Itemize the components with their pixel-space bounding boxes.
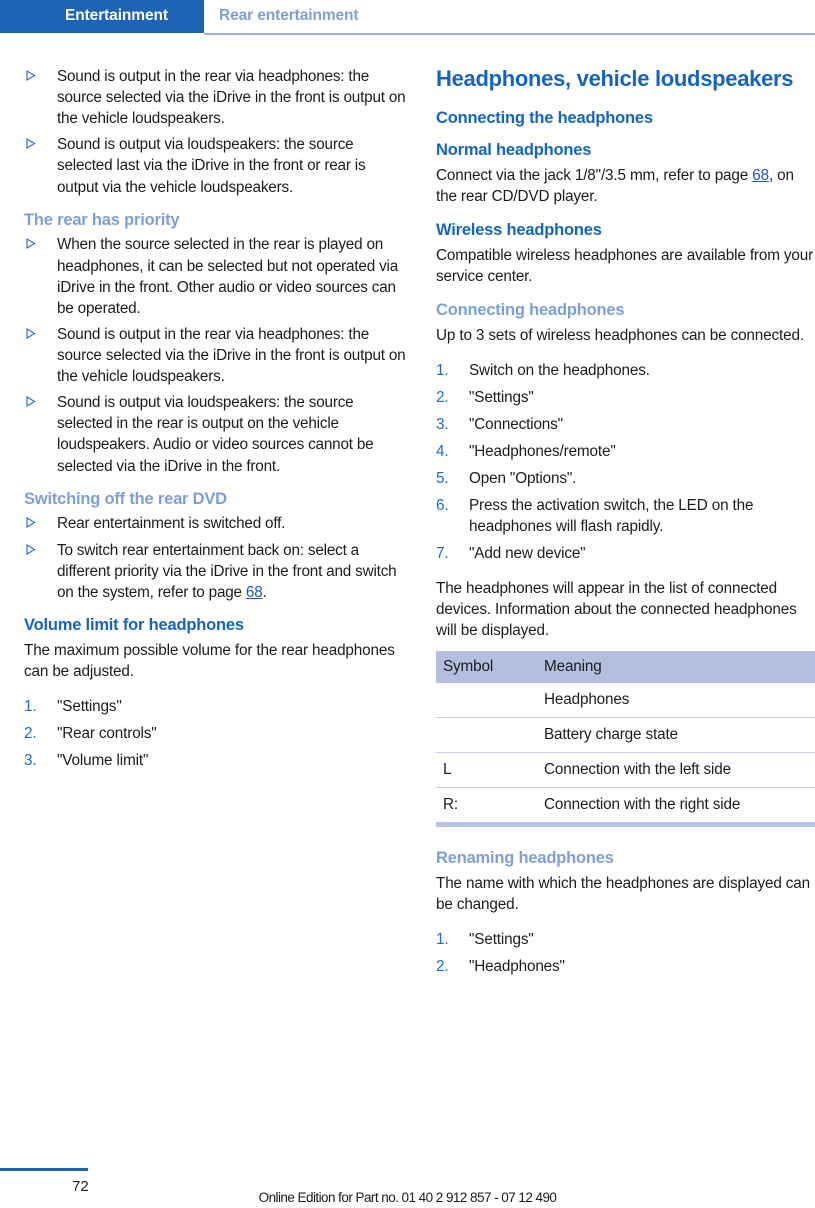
list-item-text: Sound is output via loudspeakers: the so… — [57, 136, 366, 196]
list-item: 3. "Connections" — [436, 414, 815, 435]
list-item: Sound is output in the rear via headphon… — [24, 66, 406, 129]
list-item: When the source selected in the rear is … — [24, 234, 406, 318]
list-item: 2. "Rear controls" — [24, 723, 406, 744]
step-number: 4. — [436, 443, 449, 461]
cell-symbol — [436, 716, 537, 753]
renaming-headphones-steps: 1. "Settings" 2. "Headphones" — [436, 929, 815, 977]
switching-off-bullet-list: Rear entertainment is switched off. To s… — [24, 513, 406, 602]
list-item: 4. "Headphones/remote" — [436, 441, 815, 462]
list-item-text: Sound is output via loudspeakers: the so… — [57, 394, 374, 475]
step-number: 1. — [436, 930, 449, 948]
step-text[interactable]: "Volume limit" — [57, 752, 148, 769]
connecting-headphones-steps: 1. Switch on the headphones. 2. "Setting… — [436, 360, 815, 565]
table-row: R: Connection with the right side — [436, 786, 815, 822]
connecting-headphones-outro: The headphones will appear in the list o… — [436, 579, 797, 639]
cell-meaning: Battery charge state — [537, 716, 815, 753]
page-title: Headphones, vehicle loudspeakers — [436, 66, 794, 91]
heading-connecting-headphones: Connecting headphones — [436, 300, 625, 319]
list-item: Sound is output via loudspeakers: the so… — [24, 392, 406, 476]
wireless-headphones-text: Compatible wireless headphones are avail… — [436, 246, 814, 285]
list-item: Sound is output in the rear via headphon… — [24, 324, 406, 387]
list-item: 2. "Settings" — [436, 387, 815, 408]
list-item: 1. Switch on the headphones. — [436, 360, 815, 381]
step-text[interactable]: Press the activation switch, the LED on … — [469, 497, 753, 535]
step-text[interactable]: "Settings" — [469, 931, 534, 948]
list-item: 1. "Settings" — [436, 929, 815, 950]
heading-rear-has-priority: The rear has priority — [24, 210, 180, 229]
right-column: Headphones, vehicle loudspeakers Connect… — [436, 66, 815, 990]
table-row: Battery charge state — [436, 716, 815, 753]
cell-meaning: Connection with the left side — [537, 751, 815, 788]
step-text[interactable]: Switch on the headphones. — [469, 362, 650, 379]
heading-wireless-headphones: Wireless headphones — [436, 220, 602, 239]
list-item-text-pre: To switch rear entertainment back on: se… — [57, 541, 397, 601]
step-number: 7. — [436, 545, 449, 563]
list-item: To switch rear entertainment back on: se… — [24, 540, 406, 603]
table-row: Headphones — [436, 683, 815, 718]
header-divider — [204, 33, 815, 35]
column-header-meaning: Meaning — [537, 650, 815, 683]
connecting-headphones-intro: Up to 3 sets of wireless headphones can … — [436, 326, 804, 344]
step-number: 3. — [436, 415, 449, 433]
footer-rule — [0, 1168, 88, 1171]
list-item-text-post: . — [262, 583, 267, 601]
tab-rear-entertainment[interactable]: Rear entertainment — [219, 7, 359, 25]
renaming-headphones-intro: The name with which the headphones are d… — [436, 874, 811, 913]
list-item-text: Sound is output in the rear via headphon… — [57, 68, 406, 128]
step-number: 5. — [436, 470, 449, 488]
heading-volume-limit-for-headphones: Volume limit for headphones — [24, 615, 244, 634]
step-number: 2. — [24, 725, 37, 743]
cell-meaning: Connection with the right side — [537, 786, 815, 822]
volume-limit-steps: 1. "Settings" 2. "Rear controls" 3. "Vol… — [24, 696, 406, 771]
step-text[interactable]: "Connections" — [469, 416, 563, 433]
list-item-text: Rear entertainment is switched off. — [57, 515, 286, 533]
list-item: 5. Open "Options". — [436, 468, 815, 489]
list-item: 1. "Settings" — [24, 696, 406, 717]
step-text[interactable]: "Settings" — [469, 389, 534, 406]
step-text[interactable]: "Add new device" — [469, 545, 586, 562]
step-text[interactable]: "Headphones" — [469, 958, 565, 975]
symbol-meaning-table: Symbol Meaning Headphones Battery charge… — [436, 650, 815, 822]
step-text[interactable]: Open "Options". — [469, 470, 576, 487]
list-item-text: Sound is output in the rear via headphon… — [57, 325, 406, 386]
heading-connecting-the-headphones: Connecting the headphones — [436, 108, 653, 127]
list-item: 7. "Add new device" — [436, 543, 815, 564]
list-item-text: When the source selected in the rear is … — [57, 236, 399, 317]
list-item: 6. Press the activation switch, the LED … — [436, 495, 815, 537]
page-reference-link[interactable]: 68 — [752, 167, 769, 184]
list-item: 3. "Volume limit" — [24, 750, 406, 771]
heading-renaming-headphones: Renaming headphones — [436, 848, 614, 867]
cell-meaning: Headphones — [544, 690, 630, 708]
tab-entertainment-label: Entertainment — [65, 7, 168, 24]
normal-headphones-text: Connect via the jack 1/8"/3.5 mm, refer … — [436, 165, 815, 207]
page-header: Entertainment Rear entertainment — [0, 0, 815, 35]
cell-symbol: R: — [436, 786, 537, 822]
step-number: 6. — [436, 497, 449, 515]
volume-limit-intro: The maximum possible volume for the rear… — [24, 641, 395, 680]
step-text[interactable]: "Settings" — [57, 698, 122, 715]
step-number: 2. — [436, 958, 449, 976]
step-number: 1. — [436, 361, 449, 379]
left-column: Sound is output in the rear via headphon… — [24, 66, 406, 784]
heading-normal-headphones: Normal headphones — [436, 140, 592, 159]
page-reference-link[interactable]: 68 — [246, 584, 263, 601]
table-header-row: Symbol Meaning — [436, 650, 815, 683]
footer-note: Online Edition for Part no. 01 40 2 912 … — [258, 1190, 557, 1205]
intro-bullet-list: Sound is output in the rear via headphon… — [24, 66, 406, 198]
table-row: L Connection with the left side — [436, 751, 815, 788]
step-number: 2. — [436, 388, 449, 406]
heading-switching-off-rear-dvd: Switching off the rear DVD — [24, 489, 227, 508]
list-item: 2. "Headphones" — [436, 956, 815, 977]
step-number: 3. — [24, 752, 37, 770]
step-text[interactable]: "Rear controls" — [57, 725, 157, 742]
normal-headphones-text-pre: Connect via the jack 1/8"/3.5 mm, refer … — [436, 166, 753, 184]
column-header-symbol: Symbol — [436, 650, 537, 683]
rear-priority-bullet-list: When the source selected in the rear is … — [24, 234, 406, 476]
list-item: Rear entertainment is switched off. — [24, 513, 406, 534]
cell-symbol — [436, 683, 537, 718]
step-text[interactable]: "Headphones/remote" — [469, 443, 616, 460]
cell-symbol: L — [436, 751, 537, 788]
list-item: Sound is output via loudspeakers: the so… — [24, 134, 406, 197]
step-number: 1. — [24, 697, 37, 715]
